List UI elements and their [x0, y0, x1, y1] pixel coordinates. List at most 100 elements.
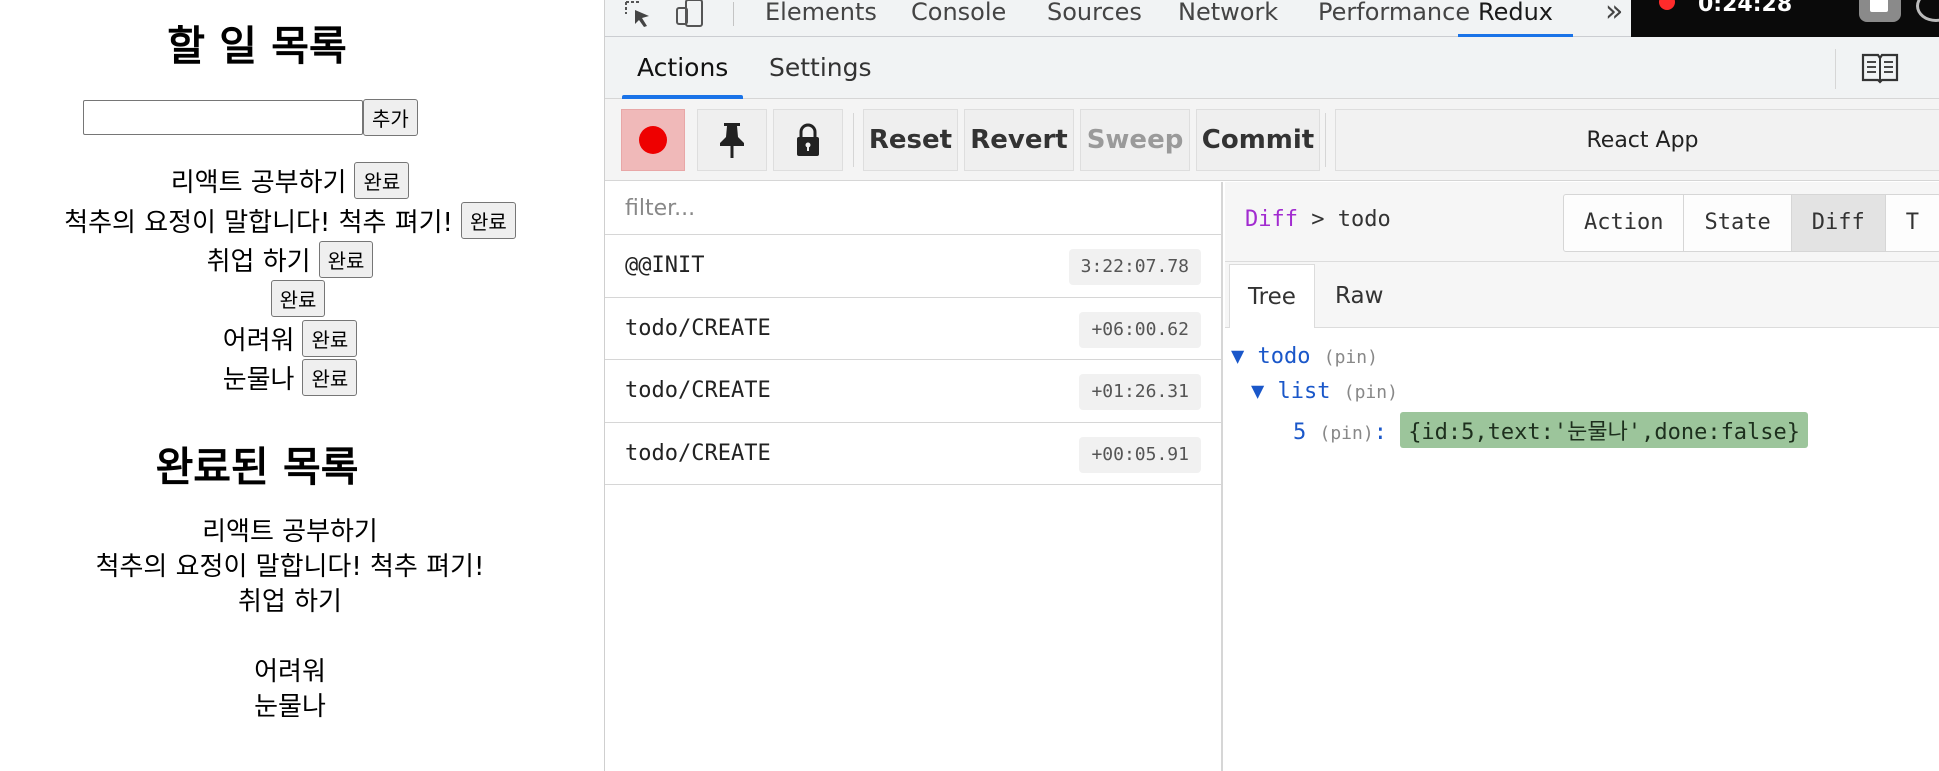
action-name: @@INIT: [625, 253, 705, 278]
todo-item: 취업 하기 완료: [0, 240, 580, 279]
tab-performance[interactable]: Performance: [1318, 0, 1470, 37]
complete-button[interactable]: 완료: [302, 359, 358, 397]
stop-recording-icon[interactable]: [1859, 0, 1901, 22]
tree-key: 5: [1293, 420, 1307, 445]
todo-list: 리액트 공부하기 완료 척추의 요정이 말합니다! 척추 펴기! 완료 취업 하…: [0, 161, 580, 397]
expand-arrow-icon[interactable]: ▼: [1231, 344, 1244, 369]
pin-link[interactable]: (pin): [1344, 382, 1398, 403]
todo-input[interactable]: [83, 100, 363, 135]
tab-elements[interactable]: Elements: [765, 0, 877, 37]
action-timestamp: +01:26.31: [1079, 374, 1201, 410]
devtools-toolbar: Elements Console Sources Network Perform…: [605, 0, 1939, 37]
record-button[interactable]: [621, 109, 685, 171]
complete-button[interactable]: 완료: [302, 319, 358, 357]
action-timestamp: +00:05.91: [1079, 436, 1201, 473]
action-timestamp: +06:00.62: [1079, 311, 1201, 348]
added-value: {id:5,text:'눈물나',done:false}: [1400, 412, 1809, 448]
expand-arrow-icon[interactable]: ▼: [1251, 379, 1264, 404]
action-name: todo/CREATE: [625, 440, 771, 466]
add-button[interactable]: 추가: [363, 99, 418, 136]
done-item: [0, 620, 580, 655]
filter-input[interactable]: filter...: [605, 182, 1221, 235]
toolbar-divider: [733, 2, 734, 26]
todo-item: 척추의 요정이 말합니다! 척추 펴기! 완료: [0, 200, 580, 239]
tab-action[interactable]: Action: [1564, 195, 1685, 251]
toolbar-divider: [853, 113, 854, 167]
done-list-title: 완료된 목록: [155, 443, 359, 491]
todo-item: 눈물나 완료: [0, 358, 580, 397]
device-toolbar-icon[interactable]: [675, 0, 705, 30]
tree-node-list[interactable]: ▼ list (pin): [1251, 379, 1398, 404]
tab-state[interactable]: State: [1684, 195, 1792, 251]
action-item[interactable]: @@INIT 3:22:07.78: [605, 235, 1221, 298]
action-detail-pane: Diff > todo Action State Diff T Tree Raw…: [1225, 182, 1939, 771]
done-item: 눈물나: [254, 692, 326, 722]
tab-settings[interactable]: Settings: [769, 37, 872, 99]
pin-link[interactable]: (pin): [1324, 347, 1378, 368]
todo-text: 리액트 공부하기: [170, 168, 347, 199]
tree-key: list: [1277, 379, 1331, 404]
sweep-button[interactable]: Sweep: [1080, 109, 1190, 171]
breadcrumb-separator: >: [1311, 207, 1325, 232]
tab-diff[interactable]: Diff: [1791, 195, 1886, 251]
tree-colon: :: [1373, 420, 1387, 445]
complete-button[interactable]: 완료: [318, 240, 374, 278]
pin-link[interactable]: (pin): [1320, 423, 1374, 444]
breadcrumb: Diff > todo: [1245, 207, 1391, 232]
complete-button[interactable]: 완료: [270, 280, 326, 318]
record-icon: [639, 126, 667, 154]
subtab-divider: [1835, 49, 1836, 89]
redux-subtabs: Actions Settings: [605, 37, 1939, 99]
inspect-element-icon[interactable]: [623, 0, 653, 30]
complete-button[interactable]: 완료: [460, 201, 516, 239]
action-item[interactable]: todo/CREATE +01:26.31: [605, 360, 1221, 423]
tab-tree[interactable]: Tree: [1229, 264, 1315, 328]
breadcrumb-root[interactable]: Diff: [1245, 207, 1298, 232]
tree-key: todo: [1257, 344, 1311, 369]
tree-node-todo[interactable]: ▼ todo (pin): [1231, 344, 1378, 369]
done-item: 리액트 공부하기: [202, 517, 378, 547]
camera-off-icon[interactable]: [1916, 0, 1939, 22]
tab-test[interactable]: T: [1886, 195, 1939, 251]
commit-button[interactable]: Commit: [1196, 109, 1320, 171]
tab-actions[interactable]: Actions: [621, 37, 744, 99]
devtools-panel: Elements Console Sources Network Perform…: [604, 0, 1939, 771]
instance-selector[interactable]: React App: [1335, 109, 1939, 171]
toolbar-divider: [1325, 113, 1326, 167]
revert-button[interactable]: Revert: [964, 109, 1074, 171]
tree-node-item[interactable]: 5 (pin): {id:5,text:'눈물나',done:false}: [1293, 412, 1809, 448]
tab-network[interactable]: Network: [1178, 0, 1278, 37]
action-item[interactable]: todo/CREATE +00:05.91: [605, 423, 1221, 485]
action-list-pane: filter... @@INIT 3:22:07.78 todo/CREATE …: [605, 182, 1223, 771]
pin-button[interactable]: [697, 109, 767, 171]
todo-text: 어려워: [222, 325, 295, 356]
add-todo-form: 추가: [83, 99, 418, 136]
lock-button[interactable]: [773, 109, 843, 171]
tab-sources[interactable]: Sources: [1047, 0, 1142, 37]
recording-time: 0:24:28: [1698, 0, 1793, 17]
lock-icon: [797, 123, 819, 156]
recording-dot-icon: [1659, 0, 1675, 10]
done-list: 리액트 공부하기 척추의 요정이 말합니다! 척추 펴기! 취업 하기 어려워 …: [0, 515, 580, 725]
screen-recorder-overlay: 0:24:28: [1631, 0, 1939, 37]
todo-text: 눈물나: [222, 365, 295, 396]
todo-text: 척추의 요정이 말합니다! 척추 펴기!: [64, 207, 453, 238]
todo-item: 리액트 공부하기 완료: [0, 161, 580, 200]
todo-text: 취업 하기: [206, 246, 311, 277]
complete-button[interactable]: 완료: [354, 162, 410, 200]
more-tabs-icon[interactable]: »: [1605, 0, 1623, 29]
action-item[interactable]: todo/CREATE +06:00.62: [605, 298, 1221, 360]
page-title: 할 일 목록: [167, 22, 347, 70]
view-tabs: Tree Raw: [1225, 262, 1939, 328]
todo-item: 완료: [0, 279, 580, 318]
todo-item: 어려워 완료: [0, 319, 580, 358]
tab-console[interactable]: Console: [911, 0, 1006, 37]
tab-redux[interactable]: Redux: [1458, 0, 1574, 37]
book-icon[interactable]: [1860, 51, 1900, 85]
done-item: 어려워: [254, 657, 326, 687]
reset-button[interactable]: Reset: [863, 109, 958, 171]
todo-app: 할 일 목록 추가 리액트 공부하기 완료 척추의 요정이 말합니다! 척추 펴…: [0, 0, 604, 771]
tab-raw[interactable]: Raw: [1317, 264, 1401, 328]
breadcrumb-leaf: todo: [1337, 207, 1391, 232]
action-name: todo/CREATE: [625, 315, 771, 341]
